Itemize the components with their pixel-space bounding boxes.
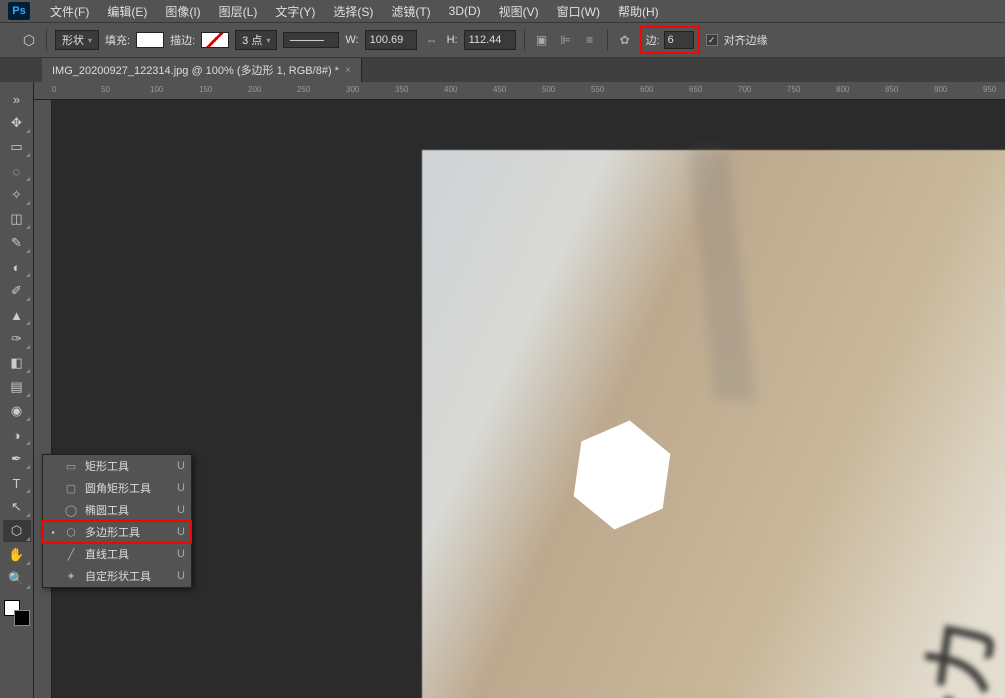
document-tab-title: IMG_20200927_122314.jpg @ 100% (多边形 1, R… bbox=[52, 62, 339, 78]
document-tab[interactable]: IMG_20200927_122314.jpg @ 100% (多边形 1, R… bbox=[42, 58, 362, 82]
fill-swatch[interactable] bbox=[136, 32, 164, 48]
tools-panel: » ✥ ▭ ◌ ✧ ◫ ✎ ◐ ✐ ▲ ✑ ◧ ▤ ◉ ◑ ✒ T ↖ ⬡ ✋ … bbox=[0, 82, 34, 698]
stroke-width-dropdown[interactable]: 3 点 bbox=[235, 30, 277, 50]
menu-view[interactable]: 视图(V) bbox=[491, 0, 547, 23]
width-input[interactable] bbox=[365, 30, 417, 50]
fill-label: 填充: bbox=[105, 32, 130, 48]
separator bbox=[524, 29, 525, 51]
document-tab-bar: IMG_20200927_122314.jpg @ 100% (多边形 1, R… bbox=[0, 58, 1005, 82]
menu-image[interactable]: 图像(I) bbox=[157, 0, 208, 23]
history-brush-tool[interactable]: ✑ bbox=[3, 328, 31, 350]
path-select-tool[interactable]: ↖ bbox=[3, 496, 31, 518]
height-label: H: bbox=[447, 34, 458, 46]
zoom-tool[interactable]: 🔍 bbox=[3, 568, 31, 590]
flyout-rounded-rectangle[interactable]: ▢ 圆角矩形工具 U bbox=[43, 477, 191, 499]
shape-tool-flyout: ▭ 矩形工具 U ▢ 圆角矩形工具 U ◯ 椭圆工具 U ▪ ⬡ 多边形工具 U… bbox=[42, 454, 192, 588]
fg-bg-colors[interactable] bbox=[4, 600, 30, 626]
line-icon: ╱ bbox=[63, 548, 79, 561]
menu-layer[interactable]: 图层(L) bbox=[211, 0, 266, 23]
path-combine-icon[interactable]: ▣ bbox=[533, 31, 551, 49]
menu-select[interactable]: 选择(S) bbox=[325, 0, 381, 23]
shape-tool[interactable]: ⬡ bbox=[3, 520, 31, 542]
stroke-swatch[interactable] bbox=[201, 32, 229, 48]
ellipse-icon: ◯ bbox=[63, 504, 79, 517]
menu-file[interactable]: 文件(F) bbox=[42, 0, 97, 23]
path-align-icon[interactable]: ⊫ bbox=[557, 31, 575, 49]
menu-3d[interactable]: 3D(D) bbox=[441, 1, 489, 21]
flyout-shortcut: U bbox=[177, 570, 185, 582]
flyout-shortcut: U bbox=[177, 548, 185, 560]
menu-help[interactable]: 帮助(H) bbox=[610, 0, 667, 23]
options-bar: 形状 填充: 描边: 3 点 W: ⇔ H: ▣ ⊫ ≡ ✿ 边: ✓ 对齐边缘 bbox=[0, 22, 1005, 58]
flyout-custom-shape[interactable]: ✦ 自定形状工具 U bbox=[43, 565, 191, 587]
type-tool[interactable]: T bbox=[3, 472, 31, 494]
flyout-label: 圆角矩形工具 bbox=[85, 480, 171, 496]
pen-tool[interactable]: ✒ bbox=[3, 448, 31, 470]
flyout-polygon[interactable]: ▪ ⬡ 多边形工具 U bbox=[43, 521, 191, 543]
flyout-label: 直线工具 bbox=[85, 546, 171, 562]
link-icon[interactable]: ⇔ bbox=[423, 31, 441, 49]
menu-filter[interactable]: 滤镜(T) bbox=[383, 0, 438, 23]
tab-toggle-icon[interactable]: » bbox=[3, 88, 31, 110]
flyout-label: 自定形状工具 bbox=[85, 568, 171, 584]
flyout-shortcut: U bbox=[177, 504, 185, 516]
menu-edit[interactable]: 编辑(E) bbox=[99, 0, 155, 23]
flyout-ellipse[interactable]: ◯ 椭圆工具 U bbox=[43, 499, 191, 521]
gear-icon[interactable]: ✿ bbox=[616, 31, 634, 49]
lasso-tool[interactable]: ◌ bbox=[3, 160, 31, 182]
stroke-width-value: 3 点 bbox=[242, 32, 262, 48]
healing-tool[interactable]: ◐ bbox=[3, 256, 31, 278]
menu-window[interactable]: 窗口(W) bbox=[549, 0, 608, 23]
polygon-icon: ⬡ bbox=[63, 526, 79, 539]
eyedropper-tool[interactable]: ✎ bbox=[3, 232, 31, 254]
polygon-icon bbox=[20, 31, 38, 49]
chevron-down-icon bbox=[266, 34, 270, 46]
close-icon[interactable]: × bbox=[345, 65, 351, 76]
flyout-shortcut: U bbox=[177, 460, 185, 472]
active-dot: ▪ bbox=[49, 528, 57, 537]
dodge-tool[interactable]: ◑ bbox=[3, 424, 31, 446]
brush-tool[interactable]: ✐ bbox=[3, 280, 31, 302]
sides-input[interactable] bbox=[664, 31, 694, 49]
tool-mode-dropdown[interactable]: 形状 bbox=[55, 30, 99, 50]
sides-highlight: 边: bbox=[640, 26, 700, 54]
background-color[interactable] bbox=[14, 610, 30, 626]
stroke-label: 描边: bbox=[170, 32, 195, 48]
gradient-tool[interactable]: ▤ bbox=[3, 376, 31, 398]
flyout-shortcut: U bbox=[177, 482, 185, 494]
custom-shape-icon: ✦ bbox=[63, 570, 79, 583]
flyout-shortcut: U bbox=[177, 526, 185, 538]
align-edges-label: 对齐边缘 bbox=[724, 32, 768, 48]
sides-label: 边: bbox=[646, 32, 660, 48]
hand-tool[interactable]: ✋ bbox=[3, 544, 31, 566]
separator bbox=[46, 29, 47, 51]
rectangle-icon: ▭ bbox=[63, 460, 79, 473]
magic-wand-tool[interactable]: ✧ bbox=[3, 184, 31, 206]
eraser-tool[interactable]: ◧ bbox=[3, 352, 31, 374]
work-area: » ✥ ▭ ◌ ✧ ◫ ✎ ◐ ✐ ▲ ✑ ◧ ▤ ◉ ◑ ✒ T ↖ ⬡ ✋ … bbox=[0, 82, 1005, 698]
width-label: W: bbox=[345, 34, 358, 46]
align-edges-checkbox[interactable]: ✓ bbox=[706, 34, 718, 46]
tool-mode-label: 形状 bbox=[62, 32, 84, 48]
move-tool[interactable]: ✥ bbox=[3, 112, 31, 134]
stamp-tool[interactable]: ▲ bbox=[3, 304, 31, 326]
app-logo: Ps bbox=[8, 2, 30, 20]
menubar: Ps 文件(F) 编辑(E) 图像(I) 图层(L) 文字(Y) 选择(S) 滤… bbox=[0, 0, 1005, 22]
stroke-type-dropdown[interactable] bbox=[283, 32, 339, 48]
chevron-down-icon bbox=[88, 34, 92, 46]
flyout-line[interactable]: ╱ 直线工具 U bbox=[43, 543, 191, 565]
flyout-rectangle[interactable]: ▭ 矩形工具 U bbox=[43, 455, 191, 477]
height-input[interactable] bbox=[464, 30, 516, 50]
marquee-tool[interactable]: ▭ bbox=[3, 136, 31, 158]
flyout-label: 椭圆工具 bbox=[85, 502, 171, 518]
rounded-rectangle-icon: ▢ bbox=[63, 482, 79, 495]
blur-tool[interactable]: ◉ bbox=[3, 400, 31, 422]
crop-tool[interactable]: ◫ bbox=[3, 208, 31, 230]
path-arrange-icon[interactable]: ≡ bbox=[581, 31, 599, 49]
flyout-label: 多边形工具 bbox=[85, 524, 171, 540]
flyout-label: 矩形工具 bbox=[85, 458, 171, 474]
separator bbox=[607, 29, 608, 51]
menu-type[interactable]: 文字(Y) bbox=[267, 0, 323, 23]
